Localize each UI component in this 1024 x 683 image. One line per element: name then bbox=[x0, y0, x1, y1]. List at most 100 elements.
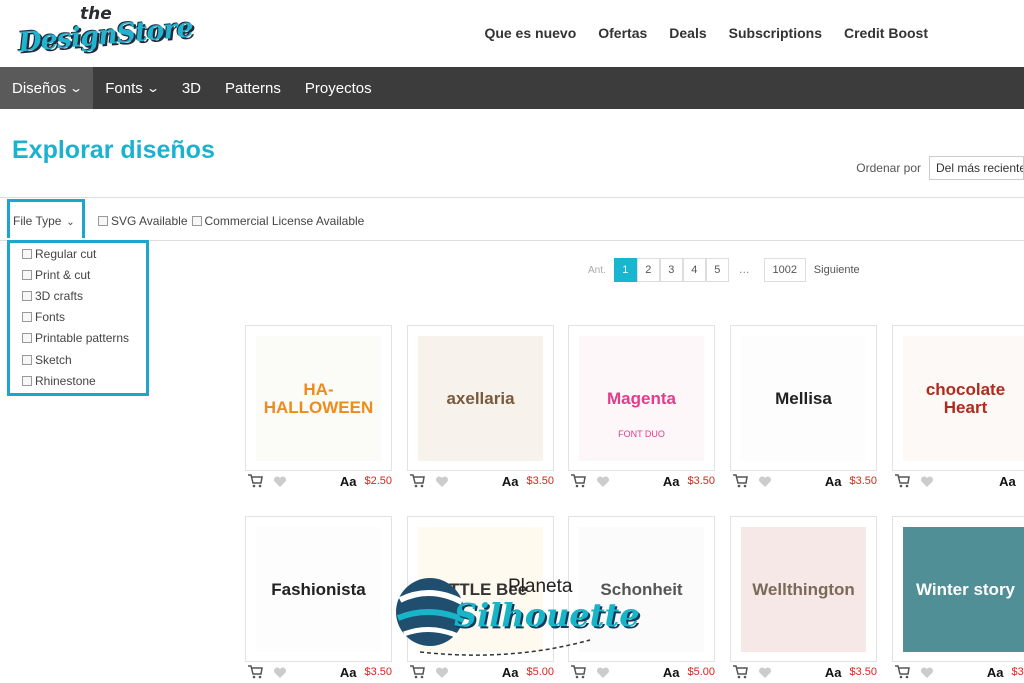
heart-icon[interactable] bbox=[435, 666, 449, 679]
nav-credit-boost[interactable]: Credit Boost bbox=[844, 25, 928, 41]
font-badge: Aa bbox=[662, 664, 680, 680]
page-3[interactable]: 3 bbox=[659, 258, 683, 282]
page-1[interactable]: 1 bbox=[613, 258, 637, 282]
nav-que-es-nuevo[interactable]: Que es nuevo bbox=[484, 25, 576, 41]
cat-disenos[interactable]: Diseños ⌄ bbox=[0, 67, 94, 109]
file-type-option[interactable]: Regular cut bbox=[10, 243, 146, 264]
cat-patterns[interactable]: Patterns bbox=[213, 67, 293, 109]
sort-label: Ordenar por bbox=[856, 161, 921, 175]
sort-control: Ordenar por Del más reciente bbox=[856, 156, 1024, 180]
checkbox[interactable] bbox=[98, 216, 108, 226]
product-card[interactable]: Mellisa bbox=[730, 325, 877, 471]
product-image[interactable]: chocolate Heart bbox=[903, 336, 1024, 461]
file-type-option[interactable]: Rhinestone bbox=[10, 370, 146, 391]
chevron-down-icon: ⌄ bbox=[145, 81, 160, 95]
cart-icon[interactable] bbox=[247, 665, 263, 679]
product-title: Winter story bbox=[915, 579, 1016, 599]
cart-icon[interactable] bbox=[732, 665, 748, 679]
cat-proyectos[interactable]: Proyectos bbox=[293, 67, 384, 109]
checkbox[interactable] bbox=[22, 290, 32, 301]
checkbox[interactable] bbox=[22, 354, 32, 365]
nav-ofertas[interactable]: Ofertas bbox=[598, 25, 647, 41]
file-type-option[interactable]: Sketch bbox=[10, 349, 146, 370]
heart-icon[interactable] bbox=[920, 475, 934, 488]
product-price: $3.50 bbox=[849, 666, 877, 678]
prev-page[interactable]: Ant. bbox=[588, 265, 606, 276]
file-type-option[interactable]: 3D crafts bbox=[10, 285, 146, 306]
heart-icon[interactable] bbox=[596, 475, 610, 488]
product-image[interactable]: Wellthington bbox=[741, 527, 866, 652]
product-card[interactable]: axellaria bbox=[407, 325, 554, 471]
cart-icon[interactable] bbox=[894, 665, 910, 679]
page-last[interactable]: 1002 bbox=[763, 258, 806, 282]
product-image[interactable]: Winter story bbox=[903, 527, 1024, 652]
heart-icon[interactable] bbox=[920, 666, 934, 679]
sort-select[interactable]: Del más reciente bbox=[929, 156, 1024, 180]
product-price: $5.00 bbox=[687, 666, 715, 678]
product-image[interactable]: HA-HALLOWEEN bbox=[256, 336, 381, 461]
heart-icon[interactable] bbox=[273, 475, 287, 488]
font-badge: Aa bbox=[339, 664, 357, 680]
checkbox[interactable] bbox=[22, 333, 32, 344]
product-footer: Aa $3.50 bbox=[245, 662, 392, 682]
cart-icon[interactable] bbox=[409, 474, 425, 488]
nav-deals[interactable]: Deals bbox=[669, 25, 706, 41]
product-image[interactable]: Fashionista bbox=[256, 527, 381, 652]
cart-icon[interactable] bbox=[570, 665, 586, 679]
cart-icon[interactable] bbox=[570, 474, 586, 488]
product-title: Wellthington bbox=[752, 579, 855, 599]
product-card[interactable]: chocolate Heart bbox=[892, 325, 1024, 471]
svg-available-filter[interactable]: SVG Available bbox=[98, 214, 188, 228]
next-page[interactable]: Siguiente bbox=[814, 264, 860, 276]
page-4[interactable]: 4 bbox=[682, 258, 706, 282]
commercial-license-filter[interactable]: Commercial License Available bbox=[191, 214, 364, 228]
product-subtitle: FONT DUO bbox=[618, 429, 665, 439]
file-type-dropdown[interactable]: File Type ⌄ bbox=[13, 214, 75, 228]
product-title: Magenta bbox=[607, 388, 676, 408]
checkbox[interactable] bbox=[22, 375, 32, 386]
page-2[interactable]: 2 bbox=[636, 258, 660, 282]
chevron-down-icon: ⌄ bbox=[69, 81, 84, 95]
cart-icon[interactable] bbox=[247, 474, 263, 488]
heart-icon[interactable] bbox=[758, 475, 772, 488]
product-image[interactable]: Mellisa bbox=[741, 336, 866, 461]
heart-icon[interactable] bbox=[273, 666, 287, 679]
product-footer: Aa $2.50 bbox=[245, 471, 392, 491]
cart-icon[interactable] bbox=[894, 474, 910, 488]
cat-fonts[interactable]: Fonts ⌄ bbox=[93, 67, 170, 109]
product-image[interactable]: axellaria bbox=[418, 336, 543, 461]
checkbox[interactable] bbox=[22, 269, 32, 280]
watermark: Planeta Silhouette bbox=[390, 560, 640, 665]
cart-icon[interactable] bbox=[732, 474, 748, 488]
heart-icon[interactable] bbox=[435, 475, 449, 488]
product-image[interactable]: Magenta FONT DUO bbox=[579, 336, 704, 461]
product-card[interactable]: Wellthington bbox=[730, 516, 877, 662]
nav-subscriptions[interactable]: Subscriptions bbox=[729, 25, 822, 41]
product-card[interactable]: HA-HALLOWEEN bbox=[245, 325, 392, 471]
checkbox[interactable] bbox=[22, 248, 32, 259]
filter-checks: SVG Available Commercial License Availab… bbox=[98, 214, 364, 228]
product-card[interactable]: Magenta FONT DUO bbox=[568, 325, 715, 471]
heart-icon[interactable] bbox=[596, 666, 610, 679]
file-type-option[interactable]: Fonts bbox=[10, 307, 146, 328]
header: the DesignStore Que es nuevo Ofertas Dea… bbox=[0, 0, 1024, 67]
heart-icon[interactable] bbox=[758, 666, 772, 679]
product-card[interactable]: Winter story bbox=[892, 516, 1024, 662]
product-price: $3.50 bbox=[687, 475, 715, 487]
page-5[interactable]: 5 bbox=[705, 258, 729, 282]
cat-3d[interactable]: 3D bbox=[170, 67, 213, 109]
font-badge: Aa bbox=[662, 473, 680, 489]
site-logo[interactable]: the DesignStore bbox=[14, 4, 194, 62]
cat-fonts-label: Fonts bbox=[105, 79, 143, 97]
cart-icon[interactable] bbox=[409, 665, 425, 679]
file-type-option[interactable]: Printable patterns bbox=[10, 328, 146, 349]
checkbox[interactable] bbox=[191, 216, 202, 226]
checkbox[interactable] bbox=[22, 312, 32, 323]
product-card[interactable]: Fashionista bbox=[245, 516, 392, 662]
product-footer: Aa $3.50 bbox=[892, 662, 1024, 682]
product-footer: Aa $3.50 bbox=[568, 471, 715, 491]
file-type-option[interactable]: Print & cut bbox=[10, 264, 146, 285]
product-title: Mellisa bbox=[775, 388, 832, 408]
option-label: Regular cut bbox=[35, 246, 97, 261]
product-price: $3.50 bbox=[526, 475, 554, 487]
